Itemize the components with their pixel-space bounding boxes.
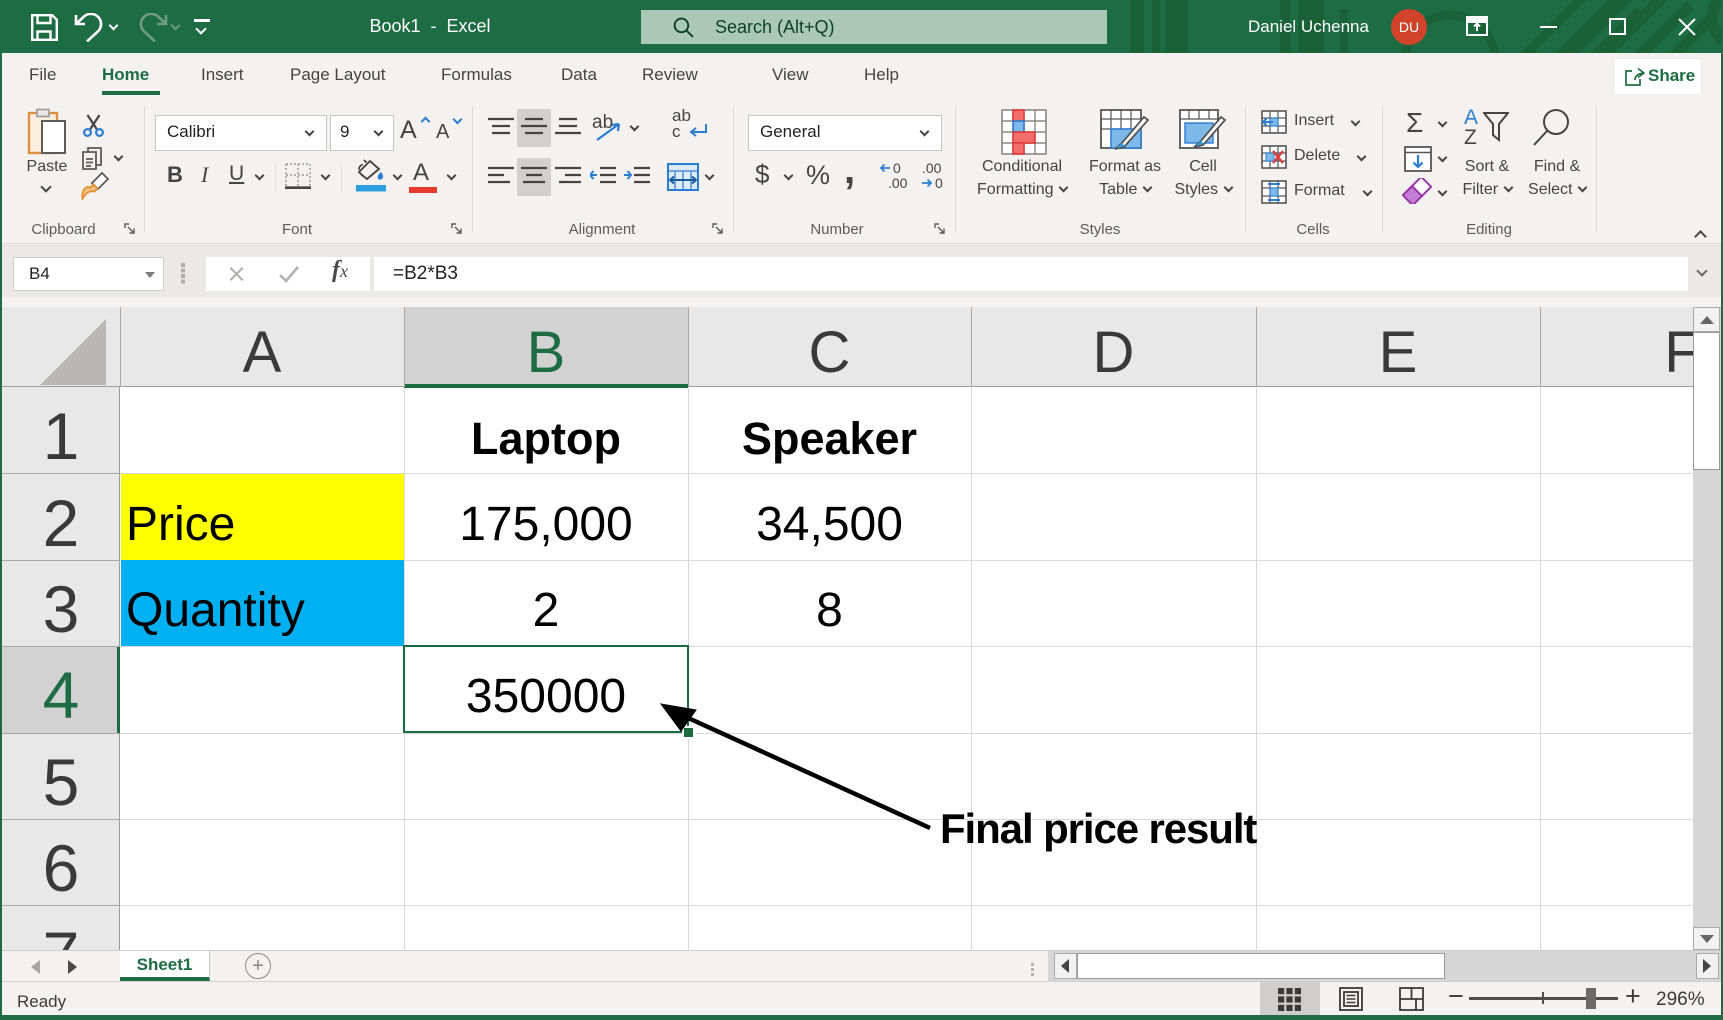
svg-text:.00: .00 [922, 162, 942, 176]
svg-text:0: 0 [893, 162, 901, 176]
svg-text:0: 0 [935, 175, 943, 190]
svg-text:.00: .00 [888, 175, 908, 190]
